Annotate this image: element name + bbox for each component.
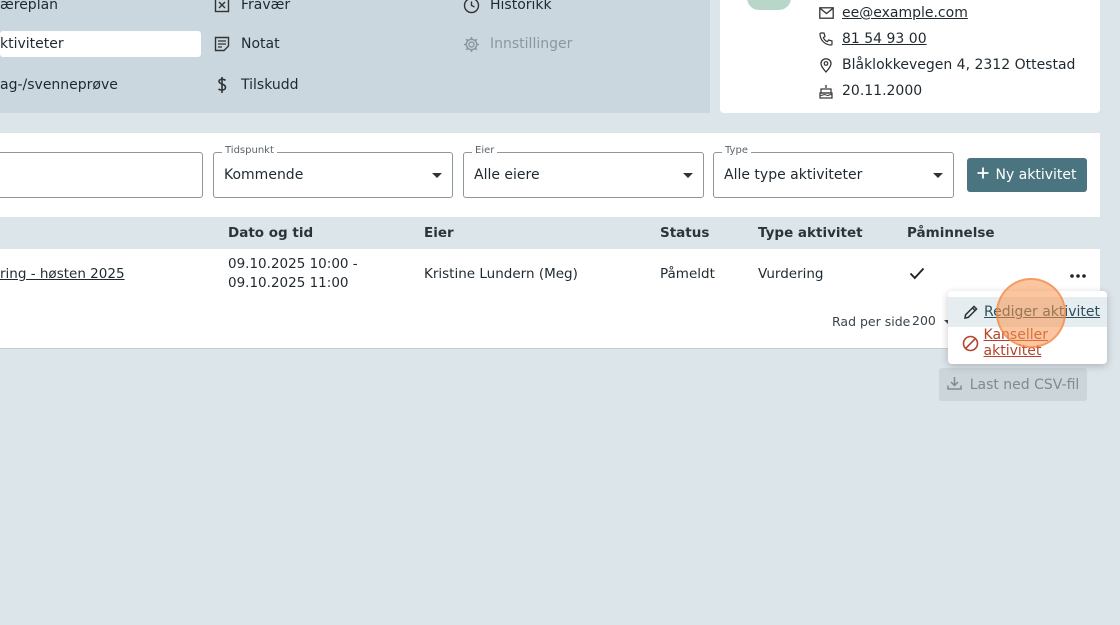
activity-date-start: 09.10.2025 10:00 - <box>228 256 358 272</box>
cake-icon <box>818 83 834 99</box>
nav-item-label: æreplan <box>0 0 59 13</box>
new-activity-button[interactable]: Ny aktivitet <box>967 158 1087 192</box>
profile-nav-panel: æreplan ktiviteter ag-/svenneprøve Fravæ… <box>0 0 710 113</box>
plus-icon <box>977 167 989 183</box>
menu-item-cancel-activity[interactable]: Kanseller aktivitet <box>948 327 1107 359</box>
pencil-icon <box>962 303 980 321</box>
more-options-icon[interactable] <box>1068 269 1088 283</box>
nav-item-fravaer[interactable]: Fravær <box>213 0 290 18</box>
type-select[interactable]: Type Alle type aktiviteter <box>713 145 954 198</box>
check-icon <box>909 267 925 286</box>
eier-select[interactable]: Eier Alle eiere <box>463 145 704 198</box>
phone-icon <box>818 31 834 47</box>
nav-item-innstillinger[interactable]: Innstillinger <box>462 31 572 57</box>
contact-card: ee@example.com 81 54 93 00 Blåklokkevege… <box>720 0 1100 113</box>
status-badge <box>747 0 791 10</box>
nav-item-label: Tilskudd <box>241 77 299 93</box>
cancel-activity-link[interactable]: Kanseller aktivitet <box>984 327 1107 359</box>
type-value: Alle type aktiviteter <box>724 167 863 183</box>
edit-activity-link[interactable]: Rediger aktivitet <box>984 304 1100 320</box>
contact-address: Blåklokkevegen 4, 2312 Ottestad <box>842 57 1076 73</box>
download-csv-button[interactable]: Last ned CSV-fil <box>939 368 1087 401</box>
activity-date-end: 09.10.2025 11:00 <box>228 275 349 291</box>
column-header-status: Status <box>660 225 710 241</box>
contact-birthdate: 20.11.2000 <box>842 83 923 99</box>
nav-item-historikk[interactable]: Historikk <box>462 0 552 18</box>
column-header-owner: Eier <box>424 225 454 241</box>
location-pin-icon <box>818 57 834 73</box>
rows-per-page-select[interactable]: 200 <box>912 313 952 328</box>
nav-item-notat[interactable]: Notat <box>213 31 280 57</box>
activity-context-menu: Rediger aktivitet Kanseller aktivitet <box>948 291 1107 364</box>
nav-item-label: Notat <box>241 36 280 52</box>
caret-down-icon <box>683 173 693 178</box>
new-activity-label: Ny aktivitet <box>995 167 1077 183</box>
eier-label: Eier <box>472 145 498 156</box>
download-icon <box>946 376 962 394</box>
activity-type: Vurdering <box>758 266 824 282</box>
type-label: Type <box>722 145 751 156</box>
contact-phone-link[interactable]: 81 54 93 00 <box>842 31 927 47</box>
tidspunkt-value: Kommende <box>224 167 304 183</box>
nav-item-fagprove[interactable]: ag-/svenneprøve <box>0 72 118 98</box>
nav-item-laereplan[interactable]: æreplan <box>0 0 58 18</box>
rows-per-page-value: 200 <box>912 313 936 328</box>
tidspunkt-select[interactable]: Tidspunkt Kommende <box>213 145 453 198</box>
column-header-date: Dato og tid <box>228 225 314 241</box>
activities-panel: Tidspunkt Kommende Eier Alle eiere Type … <box>0 133 1100 349</box>
nav-item-label: Innstillinger <box>490 36 573 52</box>
nav-item-aktiviteter[interactable]: ktiviteter <box>0 31 201 57</box>
nav-item-label: ktiviteter <box>0 36 64 52</box>
download-csv-label: Last ned CSV-fil <box>969 376 1080 393</box>
activity-title-link[interactable]: ring - høsten 2025 <box>0 266 125 282</box>
contact-address-row: Blåklokkevegen 4, 2312 Ottestad <box>818 55 1075 75</box>
column-header-reminder: Påminnelse <box>907 225 995 241</box>
search-input[interactable] <box>0 152 203 198</box>
tidspunkt-label: Tidspunkt <box>222 145 277 156</box>
mail-icon <box>818 5 834 21</box>
activity-status: Påmeldt <box>660 266 715 282</box>
nav-item-label: Fravær <box>241 0 291 13</box>
block-icon <box>962 334 980 352</box>
contact-email-row: ee@example.com <box>818 3 968 23</box>
activity-owner: Kristine Lundern (Meg) <box>424 266 578 282</box>
column-header-type: Type aktivitet <box>758 225 863 241</box>
nav-item-tilskudd[interactable]: Tilskudd <box>213 72 299 98</box>
table-header: Dato og tid Eier Status Type aktivitet P… <box>0 217 1100 249</box>
nav-item-label: ag-/svenneprøve <box>0 77 118 93</box>
caret-down-icon <box>432 173 442 178</box>
caret-down-icon <box>933 173 943 178</box>
dollar-icon <box>213 76 231 94</box>
contact-birthdate-row: 20.11.2000 <box>818 81 922 101</box>
menu-item-edit-activity[interactable]: Rediger aktivitet <box>948 297 1107 327</box>
clock-icon <box>462 0 480 14</box>
note-icon <box>213 35 231 53</box>
activity-title-cell: ring - høsten 2025 <box>0 265 125 284</box>
gear-icon <box>462 35 480 53</box>
absence-icon <box>213 0 231 14</box>
eier-value: Alle eiere <box>474 167 540 183</box>
rows-per-page-label: Rad per side <box>832 314 911 329</box>
nav-item-label: Historikk <box>490 0 552 13</box>
contact-phone-row: 81 54 93 00 <box>818 29 927 49</box>
contact-email-link[interactable]: ee@example.com <box>842 5 968 21</box>
